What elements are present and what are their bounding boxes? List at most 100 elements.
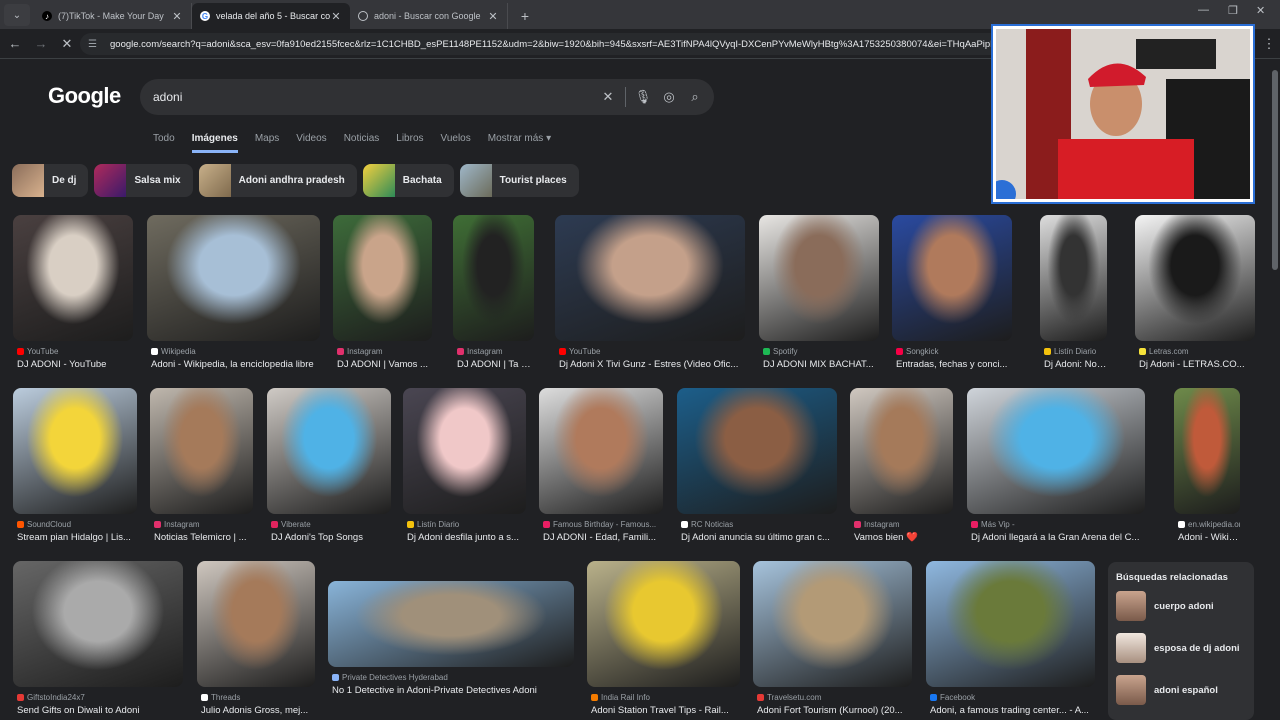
- result-thumbnail[interactable]: [759, 215, 879, 341]
- related-item[interactable]: adoni español: [1116, 675, 1246, 705]
- result-title[interactable]: Entradas, fechas y conci...: [896, 359, 1012, 370]
- tab-velada[interactable]: G velada del año 5 - Buscar con Google ✕: [192, 3, 350, 29]
- tab-adoni[interactable]: adoni - Buscar con Google ✕: [350, 3, 508, 29]
- forward-button[interactable]: →: [30, 33, 52, 55]
- nav-todo[interactable]: Todo: [153, 133, 175, 153]
- close-window-icon[interactable]: ✕: [1256, 4, 1265, 17]
- nav-maps[interactable]: Maps: [255, 133, 279, 153]
- result-thumbnail[interactable]: [333, 215, 432, 341]
- result-source[interactable]: YouTube: [17, 347, 133, 356]
- maximize-icon[interactable]: ❐: [1228, 4, 1238, 17]
- result-title[interactable]: DJ ADONI | Vamos ...: [337, 359, 432, 370]
- lens-icon[interactable]: ◎: [656, 89, 682, 105]
- result-thumbnail[interactable]: [926, 561, 1095, 687]
- close-icon[interactable]: ✕: [171, 10, 183, 23]
- search-icon[interactable]: ⌕: [682, 89, 708, 105]
- result-title[interactable]: Dj Adoni desfila junto a s...: [407, 532, 526, 543]
- image-result[interactable]: SoundCloud Stream pian Hidalgo | Lis...: [13, 388, 137, 546]
- result-title[interactable]: Adoni - Wikipedia: [1178, 532, 1240, 543]
- image-result[interactable]: en.wikipedia.org Adoni - Wikipedia: [1174, 388, 1240, 546]
- image-result[interactable]: Famous Birthday - Famous... DJ ADONI - Ed…: [539, 388, 663, 546]
- result-title[interactable]: No 1 Detective in Adoni-Private Detectiv…: [332, 685, 574, 696]
- result-thumbnail[interactable]: [328, 581, 574, 667]
- result-title[interactable]: Send Gifts on Diwali to Adoni: [17, 705, 183, 716]
- result-source[interactable]: Threads: [201, 693, 315, 702]
- result-source[interactable]: Viberate: [271, 520, 391, 529]
- tab-tiktok[interactable]: ♪ (7)TikTok - Make Your Day ✕: [34, 3, 192, 29]
- google-logo[interactable]: Google: [48, 83, 121, 109]
- result-title[interactable]: DJ ADONI - Edad, Famili...: [543, 532, 663, 543]
- image-result[interactable]: Instagram Noticias Telemicro | ...: [150, 388, 253, 546]
- result-title[interactable]: Dj Adoni - LETRAS.CO...: [1139, 359, 1255, 370]
- nav-libros[interactable]: Libros: [396, 133, 423, 153]
- result-thumbnail[interactable]: [892, 215, 1012, 341]
- nav-noticias[interactable]: Noticias: [344, 133, 380, 153]
- image-result[interactable]: Instagram DJ ADONI | Ta vali...: [453, 215, 534, 373]
- result-source[interactable]: Letras.com: [1139, 347, 1255, 356]
- image-result[interactable]: Más Vip - Dj Adoni llegará a la Gran Aren…: [967, 388, 1145, 546]
- result-source[interactable]: SoundCloud: [17, 520, 137, 529]
- result-title[interactable]: Stream pian Hidalgo | Lis...: [17, 532, 137, 543]
- result-thumbnail[interactable]: [1174, 388, 1240, 514]
- chip-de-dj[interactable]: De dj: [12, 164, 89, 197]
- result-source[interactable]: Instagram: [457, 347, 534, 356]
- result-thumbnail[interactable]: [850, 388, 953, 514]
- result-thumbnail[interactable]: [753, 561, 912, 687]
- result-source[interactable]: Songkick: [896, 347, 1012, 356]
- result-source[interactable]: Más Vip -: [971, 520, 1145, 529]
- chip-adoni-andhra[interactable]: Adoni andhra pradesh: [198, 164, 357, 197]
- result-thumbnail[interactable]: [1135, 215, 1255, 341]
- stop-loading-button[interactable]: ✕: [56, 33, 78, 55]
- result-thumbnail[interactable]: [147, 215, 320, 341]
- result-source[interactable]: Spotify: [763, 347, 879, 356]
- clear-icon[interactable]: ✕: [595, 89, 621, 105]
- image-result[interactable]: Letras.com Dj Adoni - LETRAS.CO...: [1135, 215, 1255, 373]
- result-thumbnail[interactable]: [403, 388, 526, 514]
- result-thumbnail[interactable]: [453, 215, 534, 341]
- nav-imagenes[interactable]: Imágenes: [191, 133, 238, 153]
- result-source[interactable]: Facebook: [930, 693, 1095, 702]
- result-title[interactable]: Adoni Fort Tourism (Kurnool) (20...: [757, 705, 912, 716]
- result-thumbnail[interactable]: [150, 388, 253, 514]
- result-thumbnail[interactable]: [197, 561, 315, 687]
- result-source[interactable]: en.wikipedia.org: [1178, 520, 1240, 529]
- back-button[interactable]: ←: [4, 33, 26, 55]
- chip-bachata[interactable]: Bachata: [362, 164, 454, 197]
- new-tab-button[interactable]: +: [514, 5, 536, 27]
- image-result[interactable]: Listín Diario Dj Adoni: No cobra...: [1040, 215, 1107, 373]
- result-title[interactable]: DJ ADONI - YouTube: [17, 359, 133, 370]
- image-result[interactable]: GiftstoIndia24x7 Send Gifts on Diwali to …: [13, 561, 183, 719]
- result-source[interactable]: Travelsetu.com: [757, 693, 912, 702]
- search-box[interactable]: ✕ 🎙 ◎ ⌕: [140, 79, 714, 115]
- image-result[interactable]: Travelsetu.com Adoni Fort Tourism (Kurnoo…: [753, 561, 912, 719]
- result-title[interactable]: DJ ADONI MIX BACHAT...: [763, 359, 879, 370]
- result-title[interactable]: Adoni - Wikipedia, la enciclopedia libre: [151, 359, 320, 370]
- image-result[interactable]: Songkick Entradas, fechas y conci...: [892, 215, 1012, 373]
- result-source[interactable]: India Rail Info: [591, 693, 740, 702]
- result-thumbnail[interactable]: [967, 388, 1145, 514]
- image-result[interactable]: Private Detectives Hyderabad No 1 Detecti…: [328, 581, 574, 699]
- search-input[interactable]: [153, 90, 595, 104]
- result-thumbnail[interactable]: [13, 215, 133, 341]
- result-title[interactable]: Adoni, a famous trading center... - A...: [930, 705, 1095, 716]
- related-item[interactable]: cuerpo adoni: [1116, 591, 1246, 621]
- result-title[interactable]: Dj Adoni: No cobra...: [1044, 359, 1107, 370]
- result-thumbnail[interactable]: [555, 215, 745, 341]
- image-result[interactable]: YouTube Dj Adoni X Tivi Gunz - Estres (Vi…: [555, 215, 745, 373]
- result-source[interactable]: YouTube: [559, 347, 745, 356]
- image-result[interactable]: India Rail Info Adoni Station Travel Tips…: [587, 561, 740, 719]
- result-title[interactable]: DJ ADONI | Ta vali...: [457, 359, 534, 370]
- result-source[interactable]: Wikipedia: [151, 347, 320, 356]
- nav-mostrar-mas[interactable]: Mostrar más ▾: [488, 133, 551, 153]
- result-source[interactable]: Listín Diario: [407, 520, 526, 529]
- image-result[interactable]: Threads Julio Adonis Gross, mej...: [197, 561, 315, 719]
- page-scrollbar[interactable]: [1270, 60, 1280, 720]
- menu-icon[interactable]: ⋮: [1258, 33, 1280, 55]
- result-source[interactable]: Listín Diario: [1044, 347, 1107, 356]
- site-info-icon[interactable]: ☰: [88, 39, 102, 50]
- result-thumbnail[interactable]: [587, 561, 740, 687]
- result-source[interactable]: Instagram: [854, 520, 953, 529]
- result-title[interactable]: Vamos bien ❤️: [854, 532, 953, 543]
- result-title[interactable]: Adoni Station Travel Tips - Rail...: [591, 705, 740, 716]
- result-title[interactable]: Dj Adoni anuncia su último gran c...: [681, 532, 837, 543]
